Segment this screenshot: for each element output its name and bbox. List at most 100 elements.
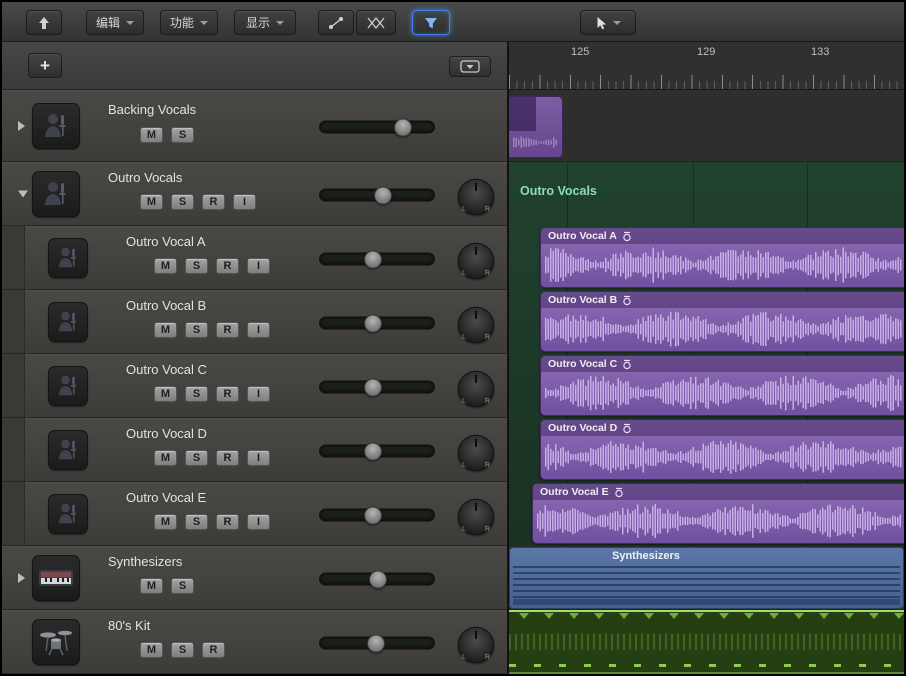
pan-knob[interactable]: LR [458,434,494,470]
automation-curve-tool-button[interactable] [318,10,354,35]
record-button[interactable]: R [216,322,239,338]
edit-menu-button[interactable]: 编辑 [86,10,144,35]
record-button[interactable]: R [216,386,239,402]
lane-80s-kit[interactable] [509,610,904,674]
volume-slider[interactable] [319,252,435,265]
input-monitor-button[interactable]: I [247,514,270,530]
mute-button[interactable]: M [140,642,163,658]
crossfade-tool-button[interactable] [356,10,396,35]
track-row-outro-vocal-d[interactable]: Outro Vocal D M S R I LR [2,418,507,482]
volume-slider[interactable] [319,508,435,521]
functions-menu-button[interactable]: 功能 [160,10,218,35]
volume-slider[interactable] [319,316,435,329]
volume-slider-thumb[interactable] [364,250,382,268]
pan-knob[interactable]: LR [458,178,494,214]
pan-knob[interactable]: LR [458,306,494,342]
pan-knob[interactable]: LR [458,626,494,662]
volume-slider-thumb[interactable] [364,378,382,396]
region-outro-vocal-c[interactable]: Outro Vocal C [540,355,904,416]
volume-slider[interactable] [319,572,435,585]
view-menu-button[interactable]: 显示 [234,10,296,35]
region-80s-kit-drummer[interactable] [509,610,904,674]
region-outro-vocal-d[interactable]: Outro Vocal D [540,419,904,480]
volume-slider-thumb[interactable] [369,570,387,588]
region-synthesizers[interactable]: Synthesizers [509,547,904,609]
lane-backing-vocals[interactable] [509,90,904,162]
solo-button[interactable]: S [171,642,194,658]
track-name[interactable]: Outro Vocal D [126,426,207,441]
volume-slider[interactable] [319,636,435,649]
pan-knob[interactable]: LR [458,498,494,534]
solo-button[interactable]: S [185,386,208,402]
mute-button[interactable]: M [154,258,177,274]
input-monitor-button[interactable]: I [247,386,270,402]
region-outro-vocal-a[interactable]: Outro Vocal A [540,227,904,288]
volume-slider[interactable] [319,188,435,201]
vocal-track-icon[interactable] [48,302,88,342]
track-lanes[interactable]: Outro Vocals Outro Vocal A Outro Vocal B [509,90,904,674]
disclosure-triangle-icon[interactable] [18,121,25,131]
record-button[interactable]: R [216,450,239,466]
track-header-config-button[interactable] [449,56,491,77]
disclosure-triangle-icon[interactable] [18,190,28,197]
track-row-80s-kit[interactable]: 80's Kit M S R LR [2,610,507,674]
track-name[interactable]: Synthesizers [108,554,182,569]
solo-button[interactable]: S [171,127,194,143]
record-button[interactable]: R [202,194,225,210]
mute-button[interactable]: M [154,322,177,338]
mute-button[interactable]: M [154,514,177,530]
lane-outro-vocal-b[interactable]: Outro Vocal B [509,290,904,354]
volume-slider-thumb[interactable] [374,186,392,204]
solo-button[interactable]: S [171,578,194,594]
region-outro-vocal-e[interactable]: Outro Vocal E [532,483,904,544]
vocal-track-icon[interactable] [48,430,88,470]
track-name[interactable]: Outro Vocals [108,170,182,185]
track-name[interactable]: Outro Vocal B [126,298,206,313]
mute-button[interactable]: M [140,127,163,143]
record-button[interactable]: R [216,258,239,274]
solo-button[interactable]: S [185,322,208,338]
drum-kit-track-icon[interactable] [32,619,80,665]
track-row-outro-vocal-a[interactable]: Outro Vocal A M S R I LR [2,226,507,290]
track-row-synthesizers[interactable]: Synthesizers M S [2,546,507,610]
mute-button[interactable]: M [140,194,163,210]
lane-outro-vocal-c[interactable]: Outro Vocal C [509,354,904,418]
track-row-outro-vocal-c[interactable]: Outro Vocal C M S R I LR [2,354,507,418]
solo-button[interactable]: S [185,450,208,466]
flex-tool-button-active[interactable] [412,10,450,35]
vocal-track-icon[interactable] [32,103,80,149]
lane-outro-vocal-e[interactable]: Outro Vocal E [509,482,904,546]
track-name[interactable]: Outro Vocal C [126,362,207,377]
vocal-track-icon[interactable] [48,494,88,534]
track-name[interactable]: Outro Vocal A [126,234,206,249]
lane-outro-vocal-a[interactable]: Outro Vocal A [509,226,904,290]
pan-knob[interactable]: LR [458,370,494,406]
record-button[interactable]: R [202,642,225,658]
volume-slider-thumb[interactable] [367,634,385,652]
disclosure-triangle-icon[interactable] [18,573,25,583]
pan-knob[interactable]: LR [458,242,494,278]
record-button[interactable]: R [216,514,239,530]
volume-slider-thumb[interactable] [364,314,382,332]
input-monitor-button[interactable]: I [247,322,270,338]
add-track-button[interactable]: + [28,53,62,78]
track-row-outro-vocal-b[interactable]: Outro Vocal B M S R I LR [2,290,507,354]
track-header-back-button[interactable] [26,10,62,35]
lane-outro-vocals[interactable]: Outro Vocals [509,162,904,226]
input-monitor-button[interactable]: I [247,450,270,466]
region-backing-vocals[interactable] [509,96,563,158]
vocal-track-icon[interactable] [32,171,80,217]
lane-synthesizers[interactable]: Synthesizers [509,546,904,610]
mute-button[interactable]: M [140,578,163,594]
volume-slider-thumb[interactable] [394,118,412,136]
solo-button[interactable]: S [185,514,208,530]
track-row-backing-vocals[interactable]: Backing Vocals M S [2,90,507,162]
track-row-outro-vocal-e[interactable]: Outro Vocal E M S R I LR [2,482,507,546]
volume-slider[interactable] [319,120,435,133]
input-monitor-button[interactable]: I [233,194,256,210]
volume-slider[interactable] [319,444,435,457]
vocal-track-icon[interactable] [48,238,88,278]
pointer-tool-menu-button[interactable] [580,10,636,35]
region-outro-vocal-b[interactable]: Outro Vocal B [540,291,904,352]
mute-button[interactable]: M [154,386,177,402]
